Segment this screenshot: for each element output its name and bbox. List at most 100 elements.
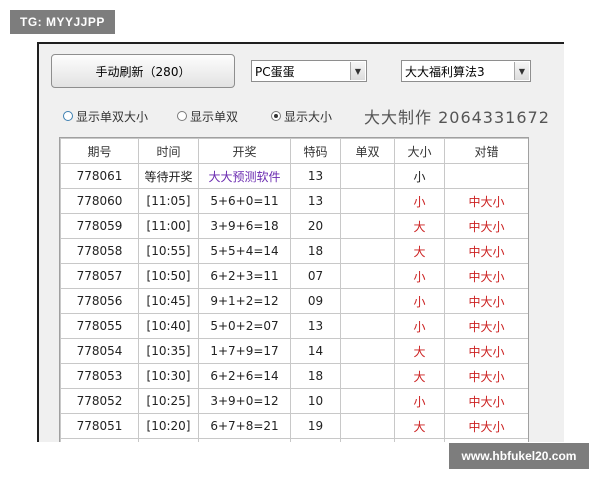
table-row[interactable]: [60, 438, 528, 442]
cell-issue: 778056: [60, 288, 139, 314]
table-row[interactable]: 778056 [10:45] 9+1+2=12 09 小 中大小: [60, 288, 528, 314]
game-select[interactable]: PC蛋蛋 ▼: [251, 60, 367, 82]
radio-show-odd-even-size[interactable]: 显示单双大小: [63, 106, 148, 126]
cell-result: 中大小: [444, 388, 528, 414]
cell-result: 中大小: [444, 188, 528, 214]
table-row[interactable]: 778053 [10:30] 6+2+6=14 18 大 中大小: [60, 363, 528, 389]
cell-odd-even: [340, 338, 395, 364]
cell-size: 小: [394, 288, 445, 314]
cell-size: 小: [394, 188, 445, 214]
cell-special: 13: [290, 163, 341, 189]
cell-time: [10:25]: [138, 388, 199, 414]
watermark-bottom-right: www.hbfukel20.com: [449, 443, 589, 469]
table-row[interactable]: 778052 [10:25] 3+9+0=12 10 小 中大小: [60, 388, 528, 414]
cell-draw: 1+7+9=17: [198, 338, 291, 364]
cell-special: 18: [290, 363, 341, 389]
cell-result: 中大小: [444, 413, 528, 439]
cell-odd-even: [340, 163, 395, 189]
table-row[interactable]: 778057 [10:50] 6+2+3=11 07 小 中大小: [60, 263, 528, 289]
radio-label: 显示单双大小: [76, 109, 149, 124]
cell-draw: 3+9+0=12: [198, 388, 291, 414]
cell-size: 小: [394, 388, 445, 414]
cell-result: 中大小: [444, 363, 528, 389]
cell-time: 等待开奖: [138, 163, 199, 189]
col-header-draw: 开奖: [198, 138, 291, 164]
app-window: 手动刷新（280） PC蛋蛋 ▼ 大大福利算法3 ▼ 显示单双大小 显示单双 显…: [37, 42, 564, 442]
cell-issue: 778051: [60, 413, 139, 439]
table-row[interactable]: 778059 [11:00] 3+9+6=18 20 大 中大小: [60, 213, 528, 239]
cell-size: 大: [394, 238, 445, 264]
table-header-row: 期号 时间 开奖 特码 单双 大小 对错: [60, 138, 528, 164]
col-header-odd-even: 单双: [340, 138, 395, 164]
cell-issue: 778060: [60, 188, 139, 214]
cell-special: 20: [290, 213, 341, 239]
cell-time: [10:55]: [138, 238, 199, 264]
cell-time: [10:35]: [138, 338, 199, 364]
radio-show-size[interactable]: 显示大小: [271, 106, 332, 126]
watermark-top-left: TG: MYYJJPP: [10, 10, 115, 34]
cell-draw: 5+5+4=14: [198, 238, 291, 264]
game-select-value: PC蛋蛋: [255, 64, 295, 79]
cell-special: 07: [290, 263, 341, 289]
radio-circle-icon[interactable]: [177, 111, 187, 121]
cell-time: [10:20]: [138, 413, 199, 439]
cell-issue: 778058: [60, 238, 139, 264]
cell-special: 09: [290, 288, 341, 314]
cell-odd-even: [340, 363, 395, 389]
radio-circle-icon[interactable]: [63, 111, 73, 121]
cell-size: 大: [394, 413, 445, 439]
cell-result: 中大小: [444, 238, 528, 264]
cell-size: 大: [394, 363, 445, 389]
cell-draw: 6+7+8=21: [198, 413, 291, 439]
author-label: 大大制作 2064331672: [364, 108, 550, 127]
cell-time: [10:45]: [138, 288, 199, 314]
chevron-down-icon[interactable]: ▼: [514, 62, 529, 80]
algorithm-select-value: 大大福利算法3: [405, 64, 485, 79]
cell-result: [444, 163, 528, 189]
chevron-down-icon[interactable]: ▼: [350, 62, 365, 80]
cell-odd-even: [340, 413, 395, 439]
cell-size: 小: [394, 163, 445, 189]
cell-draw: 大大预测软件: [198, 163, 291, 189]
cell-draw: 5+0+2=07: [198, 313, 291, 339]
cell-draw: 5+6+0=11: [198, 188, 291, 214]
algorithm-select[interactable]: 大大福利算法3 ▼: [401, 60, 531, 82]
manual-refresh-button[interactable]: 手动刷新（280）: [51, 54, 235, 88]
table-row[interactable]: 778051 [10:20] 6+7+8=21 19 大 中大小: [60, 413, 528, 439]
col-header-size: 大小: [394, 138, 445, 164]
cell-result: 中大小: [444, 313, 528, 339]
col-header-special: 特码: [290, 138, 341, 164]
cell-size: 小: [394, 313, 445, 339]
table-row[interactable]: 778060 [11:05] 5+6+0=11 13 小 中大小: [60, 188, 528, 214]
cell-draw: 3+9+6=18: [198, 213, 291, 239]
col-header-time: 时间: [138, 138, 199, 164]
table-row[interactable]: 778061 等待开奖 大大预测软件 13 小: [60, 163, 528, 189]
cell-issue: 778061: [60, 163, 139, 189]
table-row[interactable]: 778055 [10:40] 5+0+2=07 13 小 中大小: [60, 313, 528, 339]
cell-special: 13: [290, 188, 341, 214]
cell-size: 大: [394, 338, 445, 364]
table-row[interactable]: 778054 [10:35] 1+7+9=17 14 大 中大小: [60, 338, 528, 364]
cell-issue: 778055: [60, 313, 139, 339]
cell-result: 中大小: [444, 213, 528, 239]
col-header-result: 对错: [444, 138, 528, 164]
cell-special: 10: [290, 388, 341, 414]
cell-time: [11:05]: [138, 188, 199, 214]
cell-issue: 778053: [60, 363, 139, 389]
radio-selected-icon[interactable]: [271, 111, 281, 121]
cell-special: 19: [290, 413, 341, 439]
cell-draw: 6+2+3=11: [198, 263, 291, 289]
col-header-issue: 期号: [60, 138, 139, 164]
cell-size: 小: [394, 263, 445, 289]
cell-odd-even: [340, 313, 395, 339]
cell-issue: 778052: [60, 388, 139, 414]
radio-label: 显示单双: [190, 109, 239, 124]
radio-show-odd-even[interactable]: 显示单双: [177, 106, 238, 126]
cell-special: 14: [290, 338, 341, 364]
radio-label: 显示大小: [284, 109, 333, 124]
cell-odd-even: [340, 238, 395, 264]
cell-odd-even: [340, 388, 395, 414]
results-table: 期号 时间 开奖 特码 单双 大小 对错 778061 等待开奖 大大预测软件 …: [60, 138, 528, 442]
cell-result: 中大小: [444, 263, 528, 289]
table-row[interactable]: 778058 [10:55] 5+5+4=14 18 大 中大小: [60, 238, 528, 264]
